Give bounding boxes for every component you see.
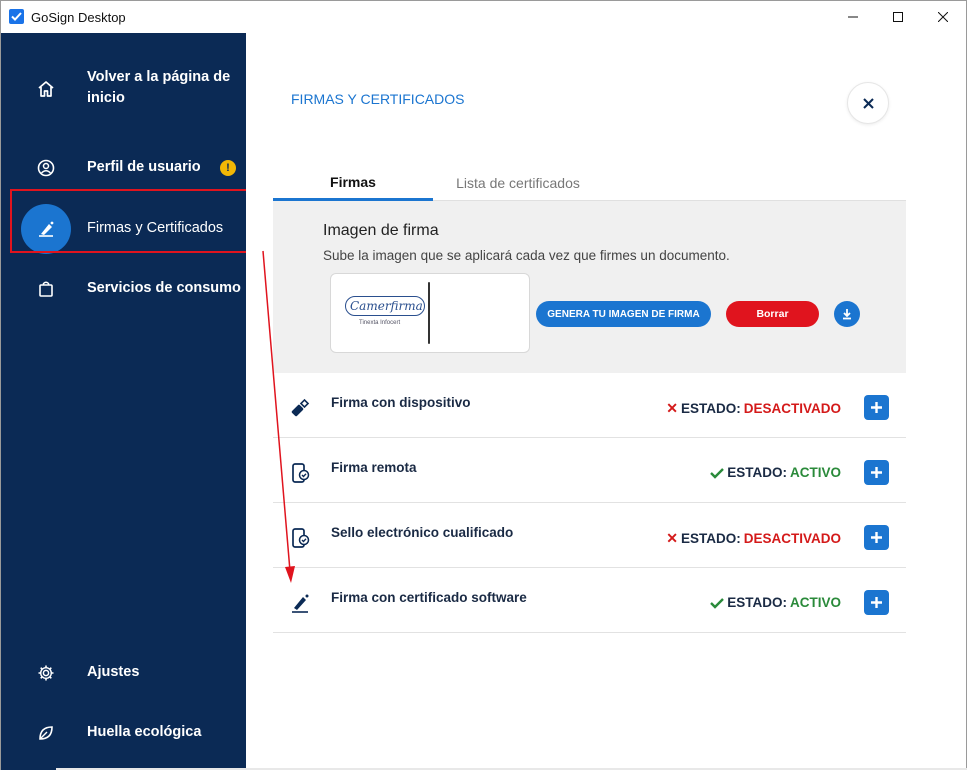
row-label: Firma remota bbox=[331, 460, 417, 475]
sidebar-item-label: Perfil de usuario bbox=[87, 159, 201, 175]
sidebar-item-label: Ajustes bbox=[87, 664, 140, 680]
close-panel-button[interactable] bbox=[847, 82, 889, 124]
list-item-qualified-seal: Sello electrónico cualificado ✕ ESTADO: … bbox=[273, 503, 906, 568]
close-icon bbox=[862, 97, 874, 109]
status-value: DESACTIVADO bbox=[743, 531, 841, 546]
status-badge: ✕ ESTADO: DESACTIVADO bbox=[666, 400, 841, 417]
list-item-remote-signature: Firma remota ESTADO: ACTIVO bbox=[273, 438, 906, 503]
status-prefix: ESTADO: bbox=[727, 465, 787, 480]
status-badge: ESTADO: ACTIVO bbox=[710, 595, 841, 610]
minimize-button[interactable] bbox=[830, 1, 876, 33]
signature-stroke bbox=[428, 282, 430, 344]
plus-icon bbox=[871, 532, 882, 543]
sidebar-item-eco[interactable]: Huella ecológica bbox=[1, 722, 246, 744]
plus-icon bbox=[871, 597, 882, 608]
status-prefix: ESTADO: bbox=[727, 595, 787, 610]
check-mark-icon bbox=[710, 467, 725, 479]
status-prefix: ESTADO: bbox=[680, 401, 741, 416]
window-title: GoSign Desktop bbox=[31, 10, 126, 25]
home-icon bbox=[35, 78, 57, 100]
warning-badge: ! bbox=[220, 160, 236, 176]
sidebar-item-label: Servicios de consumo bbox=[87, 280, 241, 296]
user-icon bbox=[35, 157, 57, 179]
add-software-certificate-button[interactable] bbox=[864, 590, 889, 615]
sidebar-item-label: Huella ecológica bbox=[87, 724, 202, 740]
sidebar-item-settings[interactable]: Ajustes bbox=[1, 662, 246, 684]
status-value: ACTIVO bbox=[789, 595, 841, 610]
logo-frame: Camerfirma bbox=[345, 296, 425, 316]
close-window-button[interactable] bbox=[920, 1, 966, 33]
plus-icon bbox=[871, 402, 882, 413]
leaf-icon bbox=[35, 722, 57, 744]
add-qualified-seal-button[interactable] bbox=[864, 525, 889, 550]
status-value: ACTIVO bbox=[789, 465, 841, 480]
phone-check-icon bbox=[287, 525, 313, 551]
signature-methods-list: Firma con dispositivo ✕ ESTADO: DESACTIV… bbox=[273, 373, 906, 633]
phone-check-icon bbox=[287, 460, 313, 486]
sidebar: Volver a la página de inicio Perfil de u… bbox=[1, 33, 246, 770]
sidebar-item-home[interactable]: Volver a la página de inicio bbox=[1, 67, 246, 111]
delete-signature-button[interactable]: Borrar bbox=[726, 301, 819, 327]
x-mark-icon: ✕ bbox=[666, 400, 678, 416]
row-label: Firma con dispositivo bbox=[331, 395, 471, 410]
row-label: Sello electrónico cualificado bbox=[331, 525, 514, 540]
gear-icon bbox=[35, 662, 57, 684]
download-icon bbox=[843, 309, 851, 320]
list-item-device-signature: Firma con dispositivo ✕ ESTADO: DESACTIV… bbox=[273, 373, 906, 438]
tab-bar: Firmas Lista de certificados bbox=[273, 165, 906, 201]
main-content: FIRMAS Y CERTIFICADOS Firmas Lista de ce… bbox=[246, 33, 966, 770]
logo-subtext: Tinexta Infocert bbox=[359, 320, 401, 326]
check-mark-icon bbox=[710, 597, 725, 609]
tab-certificate-list[interactable]: Lista de certificados bbox=[433, 165, 603, 201]
app-logo-icon bbox=[9, 9, 24, 24]
shopping-bag-icon bbox=[35, 278, 57, 300]
tab-firmas[interactable]: Firmas bbox=[273, 165, 433, 201]
maximize-button[interactable] bbox=[875, 1, 921, 33]
sidebar-item-consumption[interactable]: Servicios de consumo bbox=[1, 278, 246, 300]
signature-pen-icon bbox=[287, 590, 313, 616]
generate-signature-button[interactable]: GENERA TU IMAGEN DE FIRMA bbox=[536, 301, 711, 327]
sidebar-item-profile[interactable]: Perfil de usuario ! bbox=[1, 157, 246, 179]
x-mark-icon: ✕ bbox=[666, 530, 678, 546]
row-label: Firma con certificado software bbox=[331, 590, 527, 605]
signature-heading: Imagen de firma bbox=[323, 222, 439, 239]
status-prefix: ESTADO: bbox=[680, 531, 741, 546]
status-badge: ✕ ESTADO: DESACTIVADO bbox=[666, 530, 841, 547]
sidebar-item-label: Volver a la página de inicio bbox=[87, 69, 231, 106]
add-remote-signature-button[interactable] bbox=[864, 460, 889, 485]
logo-text: Camerfirma bbox=[350, 299, 423, 313]
signature-image-panel: Imagen de firma Sube la imagen que se ap… bbox=[273, 201, 906, 373]
usb-key-icon bbox=[287, 395, 313, 421]
app-window: GoSign Desktop Volver a la página de ini… bbox=[0, 0, 967, 770]
title-bar: GoSign Desktop bbox=[1, 1, 966, 33]
highlight-annotation-box bbox=[10, 189, 263, 253]
camerfirma-logo: Camerfirma Tinexta Infocert bbox=[345, 296, 427, 332]
page-title: FIRMAS Y CERTIFICADOS bbox=[291, 91, 465, 107]
signature-image-preview[interactable]: Camerfirma Tinexta Infocert bbox=[330, 273, 530, 353]
download-button[interactable] bbox=[834, 301, 860, 327]
plus-icon bbox=[871, 467, 882, 478]
add-device-signature-button[interactable] bbox=[864, 395, 889, 420]
signature-description: Sube la imagen que se aplicará cada vez … bbox=[323, 248, 730, 263]
list-item-software-certificate: Firma con certificado software ESTADO: A… bbox=[273, 568, 906, 633]
status-value: DESACTIVADO bbox=[743, 401, 841, 416]
status-badge: ESTADO: ACTIVO bbox=[710, 465, 841, 480]
